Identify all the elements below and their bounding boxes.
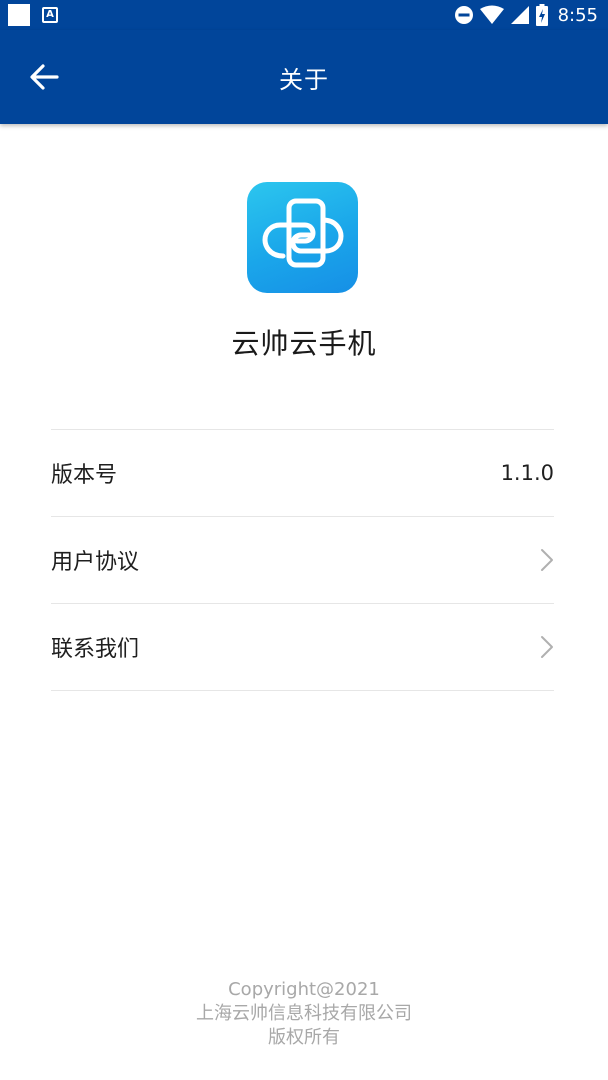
app-notification-icon: A	[42, 7, 58, 23]
info-list: 版本号 1.1.0 用户协议 联系我们	[51, 429, 554, 691]
app-logo	[247, 182, 358, 293]
battery-charging-icon	[535, 4, 548, 26]
footer: Copyright@2021 上海云帅信息科技有限公司 版权所有	[0, 978, 608, 1050]
back-button[interactable]	[22, 57, 66, 97]
app-notification-glyph: A	[46, 9, 54, 20]
status-left: A	[8, 4, 58, 26]
arrow-left-icon	[30, 64, 59, 90]
status-bar: A 8:55	[0, 0, 608, 30]
status-clock: 8:55	[557, 4, 598, 26]
status-right: 8:55	[454, 4, 598, 26]
rights-text: 版权所有	[268, 1027, 340, 1048]
company-name: 上海云帅信息科技有限公司	[196, 1003, 412, 1024]
user-agreement-row[interactable]: 用户协议	[51, 517, 554, 604]
do-not-disturb-icon	[454, 6, 473, 24]
white-square-icon	[8, 4, 30, 26]
chevron-right-icon	[540, 548, 554, 572]
app-name: 云帅云手机	[231, 327, 377, 360]
toolbar: 关于	[0, 30, 608, 124]
wifi-icon	[479, 5, 504, 24]
version-label: 版本号	[51, 463, 118, 488]
contact-us-row[interactable]: 联系我们	[51, 604, 554, 691]
page-title: 关于	[279, 65, 329, 94]
user-agreement-label: 用户协议	[51, 550, 140, 575]
chevron-right-icon	[540, 635, 554, 659]
signal-icon	[510, 6, 529, 24]
copyright-text: Copyright@2021	[228, 979, 380, 1000]
contact-us-label: 联系我们	[51, 637, 140, 662]
cloud-phone-logo-icon	[261, 198, 344, 267]
version-value: 1.1.0	[500, 461, 554, 485]
version-row: 版本号 1.1.0	[51, 430, 554, 517]
